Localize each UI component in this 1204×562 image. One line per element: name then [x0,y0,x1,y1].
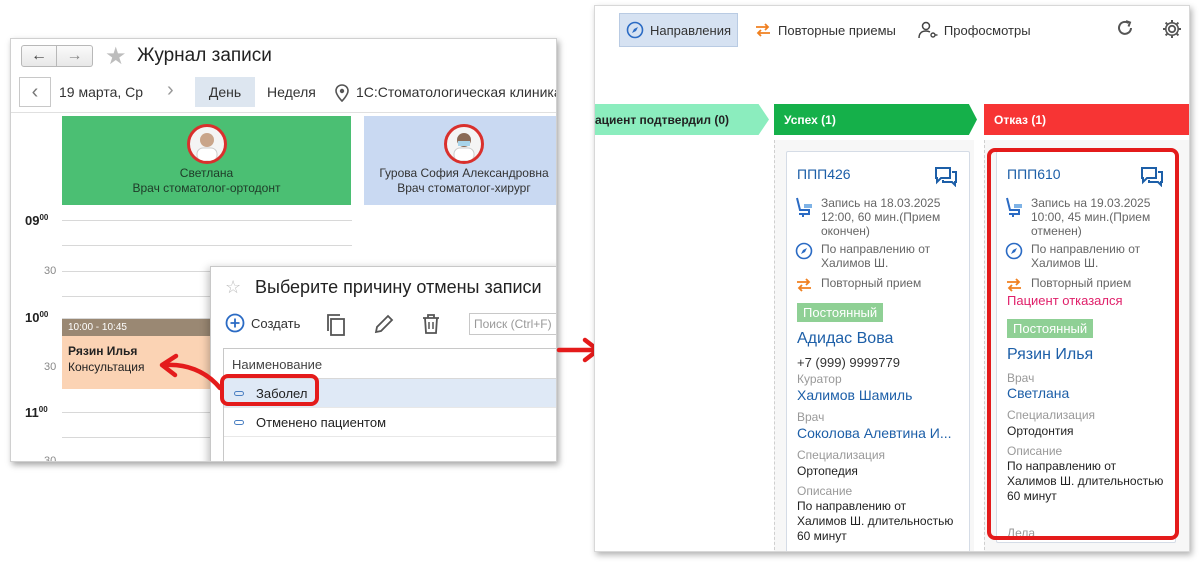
doctor-specialty: Врач стоматолог-хирург [397,181,531,195]
tab-checkups[interactable]: Профосмотры [912,13,1037,47]
clinic-select[interactable]: 1С:Стоматологическая клиника [356,84,556,100]
delete-trash-icon[interactable] [421,313,441,338]
view-day-button[interactable]: День [195,77,255,107]
page-title: Журнал записи [137,45,272,66]
tab-bar: Направления Повторные приемы Профосмотры [619,13,1047,47]
highlight-box [220,374,319,406]
favorite-star-icon[interactable]: ☆ [225,277,241,298]
row-label: Отменено пациентом [256,414,387,430]
time-label-10: 1000 [25,310,49,325]
plus-circle-icon [225,313,245,333]
doctor-name: Гурова София Александровна [379,166,549,180]
stage-column-success: ППП426 Запись на 18.03.2025 12:00, 60 мин… [774,140,974,551]
table-row[interactable]: Отменено пациентом [224,408,556,437]
cancel-reason-dialog: ☆ Выберите причину отмены записи Создать… [210,266,556,461]
time-label-11: 1100 [25,405,48,420]
doctor-column-header[interactable]: Светлана Врач стоматолог-ортодонт [62,116,351,205]
stage-column-fail: ППП610 Запись на 19.03.2025 10:00, 45 мин… [984,140,1189,551]
avatar [186,124,227,164]
card-id[interactable]: ППП426 [797,166,851,182]
prev-date-button[interactable]: ‹ [19,77,51,107]
refresh-icon[interactable] [1115,18,1135,38]
stage-confirmed[interactable]: ациент подтвердил (0) [595,104,769,135]
grid-line [62,220,352,221]
specialty-label: Специализация [797,448,886,462]
current-date[interactable]: 19 марта, Ср [59,84,143,100]
record-info: Запись на 18.03.2025 12:00, 60 мин.(Прием… [793,196,940,238]
compass-icon [795,242,813,260]
curator-link[interactable]: Халимов Шамиль [797,387,912,403]
description-label: Описание [797,484,853,498]
repeat-arrows-icon [756,23,771,37]
history-nav: ← → [21,45,93,67]
doctor-link[interactable]: Соколова Алевтина И... [797,425,952,441]
doctor-label: Врач [797,410,825,424]
time-label-half: 30 [44,455,57,462]
row-status-icon [234,419,244,425]
stage-success[interactable]: Успех (1) [774,104,977,135]
copy-icon[interactable] [325,313,347,340]
toolbar-icons [1115,18,1183,40]
patient-name[interactable]: Адидас Вова [797,330,893,348]
time-label-9: 0900 [25,213,49,228]
avatar [444,124,484,164]
compass-icon [626,21,644,39]
time-label-half: 30 [44,361,57,373]
doctor-specialty: Врач стоматолог-ортодонт [132,181,281,195]
settings-gear-icon[interactable] [1161,18,1183,40]
description-value: По направлению от Халимов Ш. длительность… [797,499,954,543]
tab-label: Профосмотры [943,22,1031,38]
create-label: Создать [251,315,301,331]
back-button[interactable]: ← [21,45,57,67]
doctor-name: Светлана [179,166,234,180]
specialty-value: Ортопедия [797,464,858,478]
favorite-star-icon[interactable]: ★ [105,42,127,71]
referral-card[interactable]: ППП426 Запись на 18.03.2025 12:00, 60 мин… [786,151,970,551]
view-week-button[interactable]: Неделя [267,84,316,100]
appointment-time: 10:00 - 10:45 [62,319,212,336]
divider [11,112,556,113]
edit-pencil-icon[interactable] [373,313,395,338]
annotation-arrow-icon [159,353,223,391]
chat-icon[interactable] [935,167,957,187]
grid-line [62,245,352,246]
stage-fail[interactable]: Отказ (1) [984,104,1189,135]
dialog-toolbar: Создать Поиск (Ctrl+F) [225,313,556,340]
time-label-half: 30 [44,265,57,277]
highlight-box [987,148,1179,540]
curator-label: Куратор [797,372,842,386]
tab-label: Повторные приемы [778,22,896,38]
next-date-button[interactable]: › [167,79,174,102]
doctor-column-header[interactable]: Гурова София Александровна Врач стоматол… [364,116,556,205]
date-bar: ‹ 19 марта, Ср › День Неделя 1С:Стоматол… [19,77,556,107]
funnel-window: Направления Повторные приемы Профосмотры… [594,5,1190,552]
user-key-icon [918,21,938,39]
repeat-info: Повторный прием [793,276,921,294]
status-badge: Постоянный [797,303,884,322]
create-button[interactable]: Создать [225,313,300,333]
dialog-title: Выберите причину отмены записи [255,277,542,297]
patient-phone: +7 (999) 9999779 [797,355,901,370]
dental-chair-icon [796,197,812,217]
tab-referrals[interactable]: Направления [619,13,739,47]
repeat-arrows-icon [797,278,811,292]
tab-repeat-visits[interactable]: Повторные приемы [748,13,902,47]
forward-button[interactable]: → [57,45,93,67]
referral-info: По направлению от Халимов Ш. [793,242,930,270]
search-input[interactable]: Поиск (Ctrl+F) [469,313,556,335]
location-pin-icon [335,84,349,105]
tab-label: Направления [650,22,732,38]
